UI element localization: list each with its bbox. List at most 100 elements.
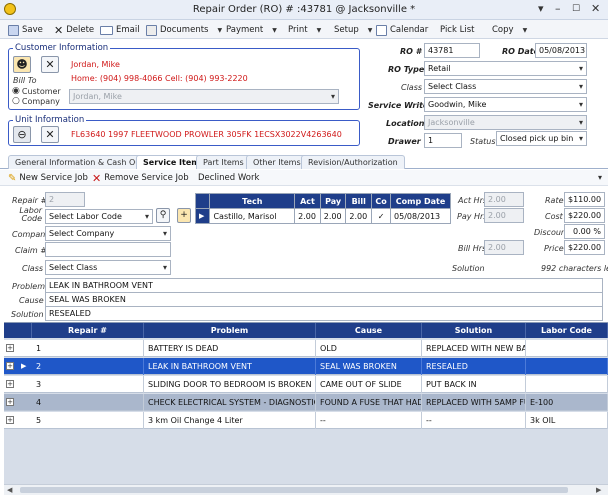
tab-strip: General Information & Cash Out Service I…: [0, 155, 608, 169]
expand-icon[interactable]: +: [6, 380, 14, 388]
cause-label: Cause: [19, 296, 44, 305]
solution-field[interactable]: RESEALED: [45, 306, 603, 321]
price-field[interactable]: $220.00: [564, 240, 605, 255]
bill-header[interactable]: Bill: [345, 193, 373, 209]
horizontal-scrollbar[interactable]: ◀ ▶: [4, 484, 608, 495]
comp-date-cell[interactable]: 05/08/2013: [390, 208, 451, 224]
table-row[interactable]: + 4 CHECK ELECTRICAL SYSTEM - DIAGNOSTIC…: [4, 394, 608, 411]
grid-header-cause[interactable]: Cause: [316, 323, 422, 338]
customer-info-group: Customer Information ☻ ✕ Jordan, Mike Ho…: [8, 43, 360, 110]
email-button[interactable]: Email: [100, 23, 140, 37]
remove-service-job-button[interactable]: ✕ Remove Service Job: [92, 171, 189, 185]
table-row[interactable]: + 1 BATTERY IS DEAD OLD REPLACED WITH NE…: [4, 340, 608, 357]
unit-lookup-button[interactable]: ⊖: [13, 126, 31, 143]
customer-lookup-button[interactable]: ☻: [13, 56, 31, 73]
ro-number-field[interactable]: 43781: [424, 43, 480, 58]
scroll-right-icon[interactable]: ▶: [596, 486, 601, 494]
ro-type-select[interactable]: Retail: [424, 61, 587, 76]
tech-header[interactable]: Tech: [209, 193, 296, 209]
expand-icon[interactable]: +: [6, 344, 14, 352]
bill-cell[interactable]: 2.00: [345, 208, 373, 224]
repair-number-field[interactable]: 2: [45, 192, 85, 207]
labor-code-select[interactable]: Select Labor Code: [45, 209, 153, 224]
status-select[interactable]: Closed pick up bin: [496, 131, 587, 146]
cause-field[interactable]: SEAL WAS BROKEN: [45, 292, 603, 307]
claim-field[interactable]: [45, 242, 171, 257]
tab-other-items[interactable]: Other Items: [246, 155, 308, 169]
binoculars-icon: ⚲: [159, 210, 167, 220]
scrollbar-thumb[interactable]: [20, 487, 568, 493]
setup-button[interactable]: Setup ▼: [334, 23, 372, 37]
collapse-icon[interactable]: ▾: [598, 173, 602, 182]
pick-list-button[interactable]: Pick List: [440, 23, 474, 37]
comp-date-header[interactable]: Comp Date: [390, 193, 451, 209]
act-cell[interactable]: 2.00: [294, 208, 321, 224]
ro-date-field[interactable]: 05/08/2013: [535, 43, 587, 58]
co-checkbox[interactable]: ✓: [371, 208, 392, 224]
bill-to-select[interactable]: Jordan, Mike: [69, 89, 339, 104]
scroll-left-icon[interactable]: ◀: [7, 486, 12, 494]
tech-row[interactable]: ▶ Castillo, Marisol 2.00 2.00 2.00 ✓ 05/…: [194, 208, 451, 224]
rate-label: Rate: [545, 196, 564, 205]
claim-label: Claim #: [15, 246, 47, 255]
co-header[interactable]: Co: [371, 193, 392, 209]
company-select[interactable]: Select Company: [45, 226, 171, 241]
expand-icon[interactable]: +: [6, 398, 14, 406]
maximize-icon[interactable]: ☐: [572, 4, 580, 14]
delete-button[interactable]: ✕ Delete: [54, 23, 94, 37]
expand-icon[interactable]: +: [6, 416, 14, 424]
binoculars-button[interactable]: ⚲: [156, 208, 170, 223]
grid-header-problem[interactable]: Problem: [144, 323, 316, 338]
copy-button[interactable]: Copy ▼: [492, 23, 527, 37]
drawer-field[interactable]: 1: [424, 133, 462, 148]
pay-cell[interactable]: 2.00: [319, 208, 347, 224]
title-bar: Repair Order (RO) # :43781 @ Jacksonvill…: [0, 0, 608, 20]
grid-header-labor-code[interactable]: Labor Code: [526, 323, 608, 338]
act-header[interactable]: Act: [294, 193, 321, 209]
tab-part-items[interactable]: Part Items: [196, 155, 251, 169]
location-select[interactable]: Jacksonville: [424, 115, 587, 130]
labor-code-label: Labor Code: [19, 206, 42, 223]
table-row[interactable]: + 3 SLIDING DOOR TO BEDROOM IS BROKEN CA…: [4, 376, 608, 393]
discount-field[interactable]: 0.00 %: [564, 224, 605, 239]
print-button[interactable]: Print ▼: [288, 23, 321, 37]
documents-button[interactable]: Documents ▼: [146, 23, 222, 37]
grid-header-repair[interactable]: Repair #: [32, 323, 144, 338]
act-hrs-label: Act Hrs: [458, 196, 488, 205]
clear-icon: ✕: [45, 58, 55, 71]
payment-button[interactable]: Payment ▼: [226, 23, 277, 37]
table-row-selected[interactable]: + ▶ 2 LEAK IN BATHROOM VENT SEAL WAS BRO…: [4, 358, 608, 375]
minimize-icon[interactable]: –: [555, 2, 561, 15]
ro-class-select[interactable]: Select Class: [424, 79, 587, 94]
window-menu-icon[interactable]: ▾: [538, 2, 544, 15]
bill-to-customer-radio[interactable]: ◉ Customer: [12, 86, 61, 96]
clear-unit-button[interactable]: ✕: [41, 126, 59, 143]
pay-header[interactable]: Pay: [319, 193, 347, 209]
add-labor-button[interactable]: +: [177, 208, 191, 223]
new-service-job-button[interactable]: ✎ New Service Job: [8, 171, 88, 185]
tech-name-cell[interactable]: Castillo, Marisol: [209, 208, 296, 224]
rate-field[interactable]: $110.00: [564, 192, 605, 207]
delete-icon: ✕: [54, 23, 64, 37]
calendar-button[interactable]: Calendar: [376, 23, 428, 37]
tab-revision-authorization[interactable]: Revision/Authorization: [301, 155, 405, 169]
problem-field[interactable]: LEAK IN BATHROOM VENT: [45, 278, 603, 293]
close-icon[interactable]: ✕: [591, 2, 600, 15]
tab-general-information[interactable]: General Information & Cash Out: [8, 155, 151, 169]
calendar-icon: [376, 24, 387, 36]
cost-label: Cost: [545, 212, 563, 221]
clear-customer-button[interactable]: ✕: [41, 56, 59, 73]
customer-phones: Home: (904) 998-4066 Cell: (904) 993-222…: [71, 74, 248, 83]
cost-field[interactable]: $220.00: [564, 208, 605, 223]
expand-icon[interactable]: +: [6, 362, 14, 370]
remove-icon: ✕: [92, 171, 102, 185]
documents-icon: [146, 24, 157, 36]
table-row[interactable]: + 5 3 km Oil Change 4 Liter -- -- 3k OIL: [4, 412, 608, 429]
repairs-grid: Repair # Problem Cause Solution Labor Co…: [4, 322, 608, 484]
grid-header-solution[interactable]: Solution: [422, 323, 526, 338]
job-class-select[interactable]: Select Class: [45, 260, 171, 275]
service-writer-select[interactable]: Goodwin, Mike: [424, 97, 587, 112]
declined-work-button[interactable]: Declined Work: [198, 171, 259, 185]
save-button[interactable]: Save: [8, 23, 43, 37]
bill-to-company-radio[interactable]: ○ Company: [12, 96, 60, 106]
